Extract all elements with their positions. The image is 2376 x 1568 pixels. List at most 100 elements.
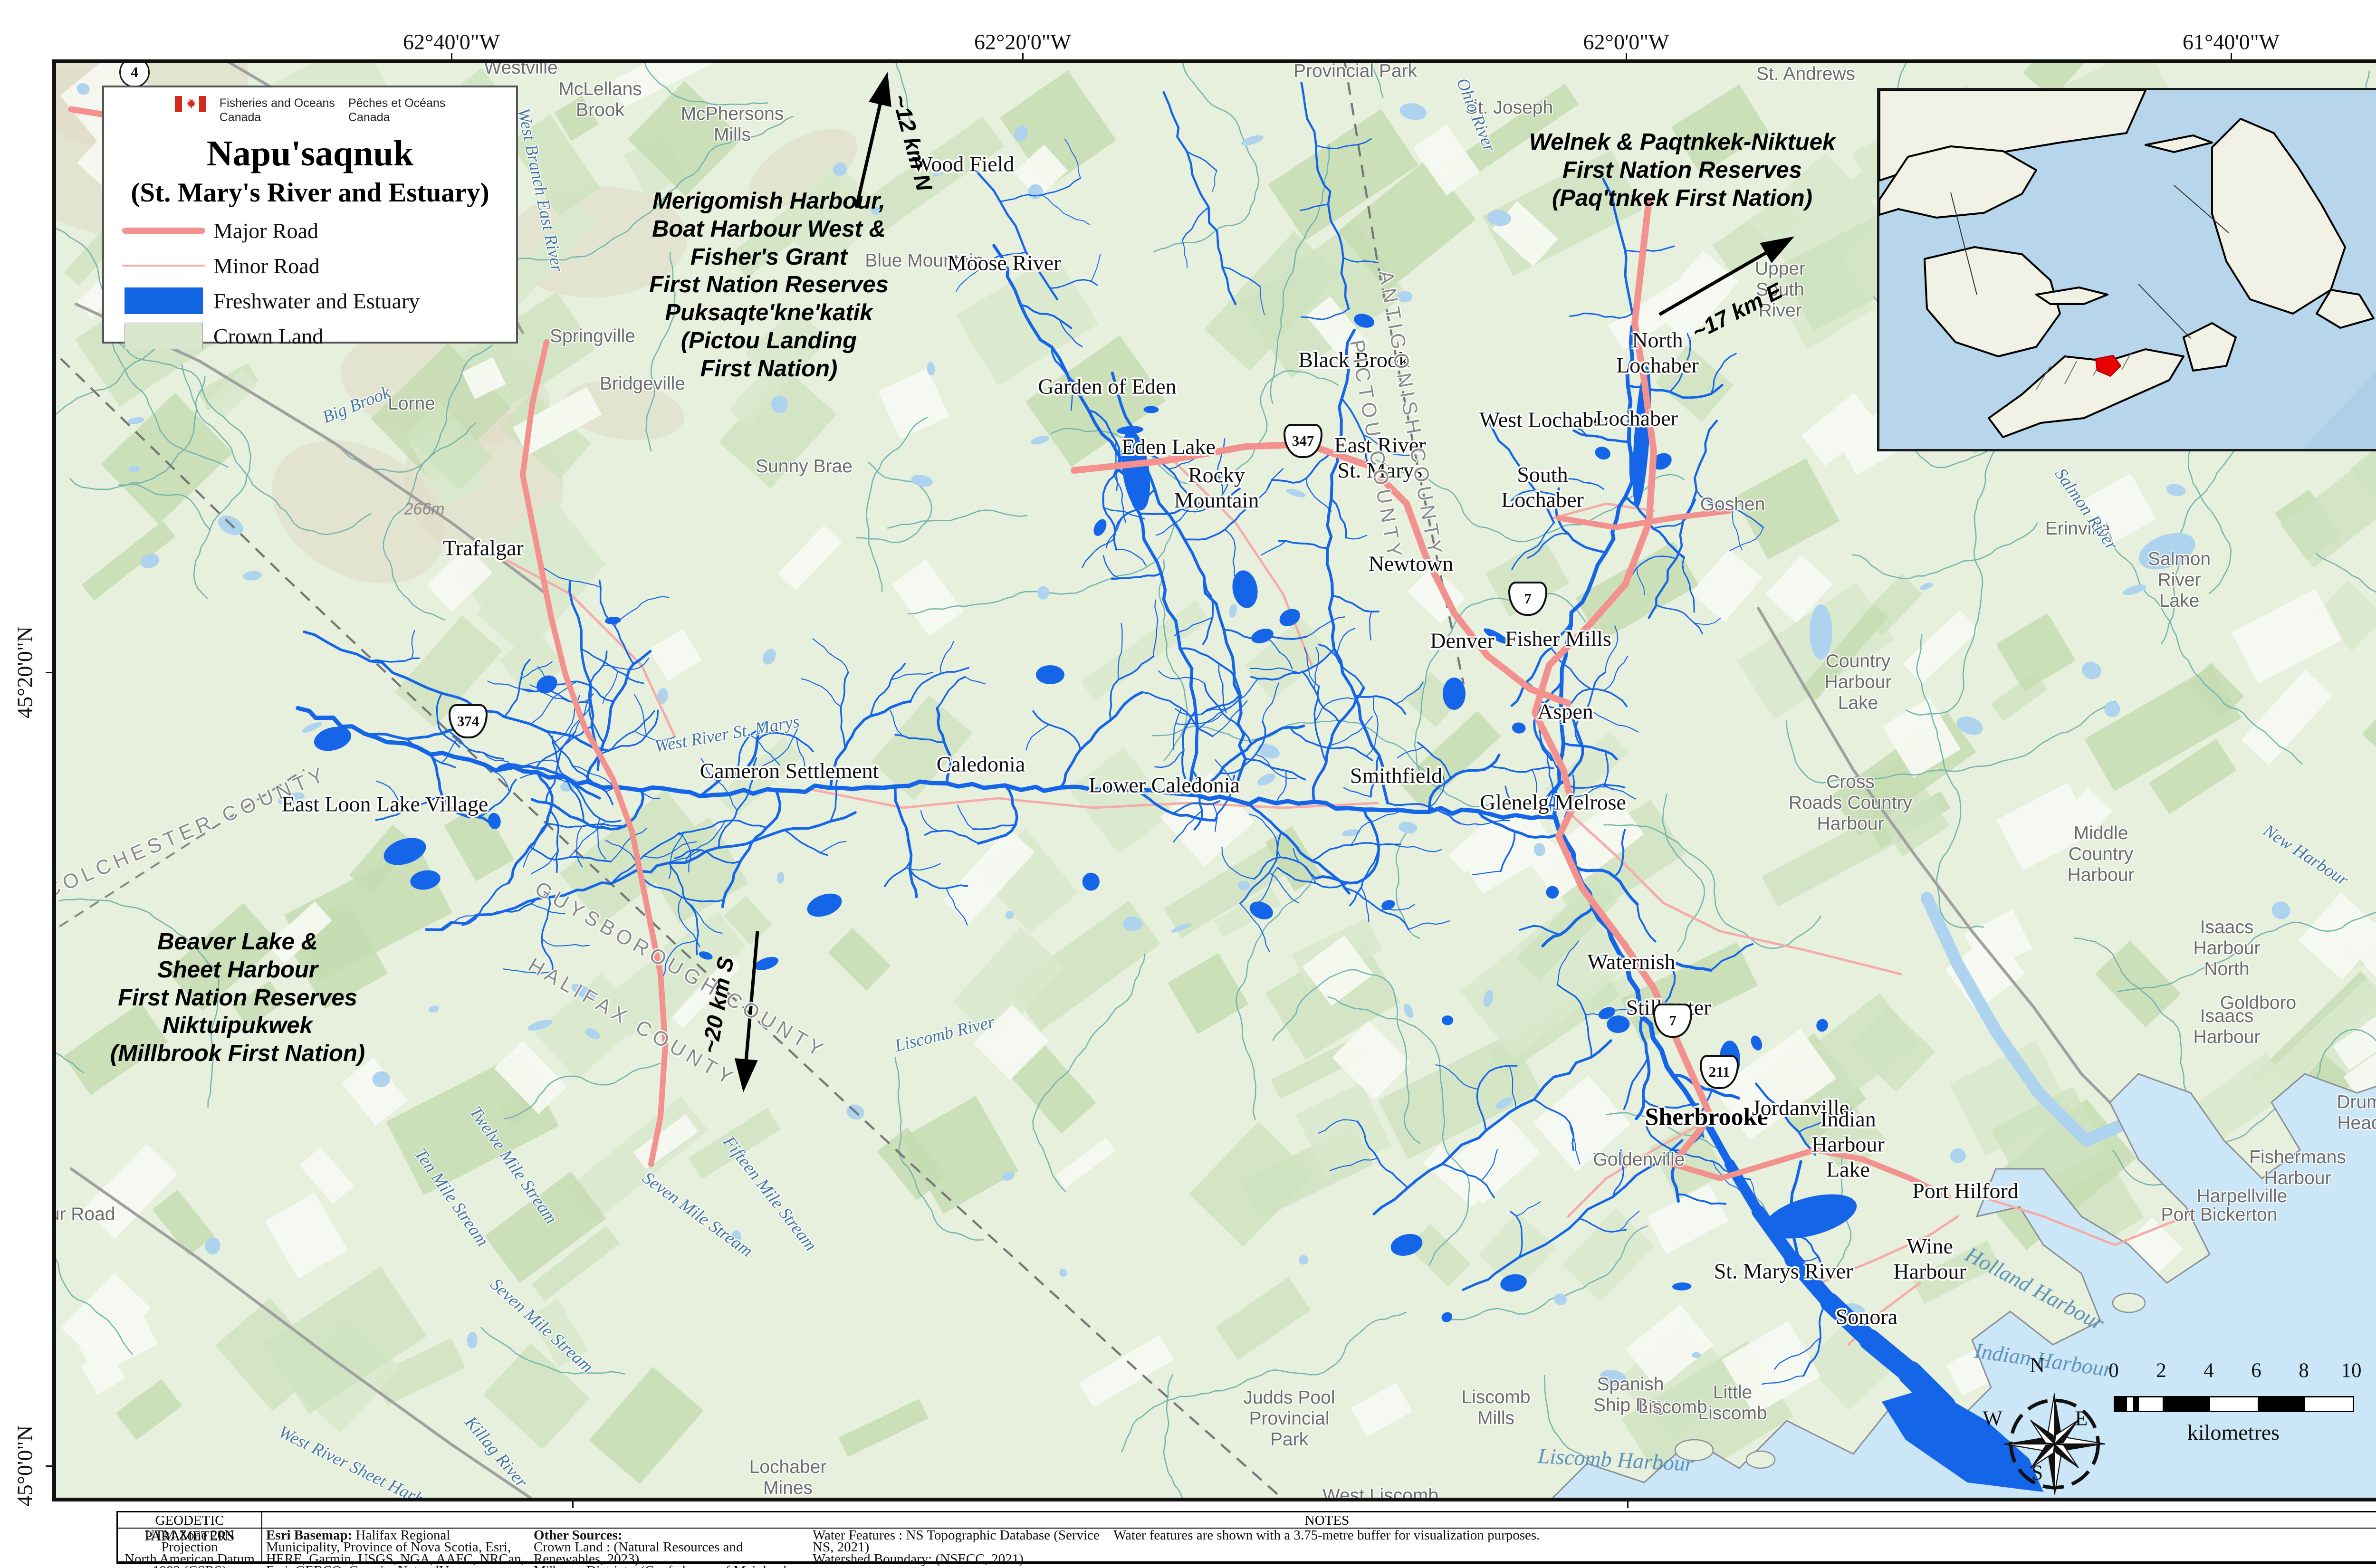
town-label: St. Joseph	[1466, 97, 1553, 118]
graticule-tick	[1627, 1501, 1629, 1508]
legend-item: Minor Road	[114, 248, 507, 283]
graticule-tick	[451, 53, 452, 59]
highway-shield: 211	[1700, 1055, 1739, 1089]
river-label: Big Brook	[320, 382, 393, 428]
community-label: Caledonia	[937, 752, 1025, 777]
town-label: Provincial Park	[1293, 61, 1417, 82]
distance-arrow-label: ~12 km N	[887, 92, 938, 194]
river-label: Seven Mile Stream	[486, 1274, 597, 1377]
graticule-tick	[1626, 53, 1627, 59]
town-label: Springville	[550, 326, 635, 347]
county-label: HALIFAX COUNTY	[524, 954, 740, 1092]
map-page: 62°40'0"W 62°20'0"W 62°0'0"W 61°40'0"W 45°20…	[0, 0, 2376, 1568]
community-label: Black Brook	[1298, 347, 1409, 373]
esri-basemap-credit: Esri Basemap: Halifax Regional Municipal…	[266, 1530, 527, 1568]
legend-item: Freshwater and Estuary	[114, 283, 507, 318]
geodetic-line: North American Datum 1983 (CSRS)	[118, 1553, 261, 1568]
river-label: Salmon River	[2050, 465, 2122, 555]
community-label: Moose River	[948, 250, 1061, 276]
reserve-annotation: Merigomish Harbour, Boat Harbour West & …	[649, 187, 889, 383]
town-label: Salmon River Lake	[2148, 549, 2211, 612]
inset-map	[1877, 88, 2376, 451]
town-label: Cross Roads Country Harbour	[1789, 772, 1912, 834]
community-bold-label: Sherbrooke	[1645, 1103, 1768, 1131]
highway-shield: 4	[119, 59, 150, 87]
map-frame: WestvilleMcLellans BrookMcPhersons Mills…	[52, 59, 2376, 1501]
water-features-source: Water Features : NS Topographic Database…	[813, 1530, 1110, 1553]
scale-bar: 0246810 kilometres	[2100, 1359, 2366, 1454]
graticule-label: 62°40'0"W	[403, 29, 500, 55]
town-label: Liscomb Mills	[1461, 1387, 1530, 1429]
community-label: Newtown	[1369, 551, 1454, 576]
community-label: Port Hilford	[1912, 1178, 2019, 1204]
ocean-lbl-label: Holland Harbour	[1961, 1242, 2108, 1336]
community-label: Trafalgar	[443, 535, 523, 561]
ocean-lbl-label: Liscomb Harbour	[1537, 1443, 1695, 1476]
county-label: COLCHESTER COUNTY	[52, 762, 331, 902]
scalebar-segment	[2115, 1397, 2127, 1411]
county-label: GUYSBOROUGH COUNTY	[531, 877, 830, 1063]
community-label: Wood Field	[912, 152, 1015, 177]
community-label: Jordanville	[1752, 1095, 1849, 1120]
community-label: East Loon Lake Village	[282, 792, 489, 817]
compass-n: N	[2030, 1353, 2045, 1377]
county-label: PICTOU COUNTY	[1345, 338, 1407, 563]
graticule-label: 62°0'0"W	[1583, 29, 1669, 55]
graticule-label: 45°20'0"N	[12, 626, 38, 718]
town-label: Goshen	[1700, 494, 1765, 515]
highway-shield: 7	[1653, 1004, 1692, 1038]
buffer-note: Water features are shown with a 3.75-met…	[1113, 1530, 2349, 1541]
crown-land-source: Crown Land : (Natural Resources and Rene…	[534, 1541, 809, 1565]
town-label: Westville	[484, 59, 557, 78]
scalebar-segment	[2305, 1397, 2353, 1411]
legend-label: Minor Road	[213, 253, 320, 278]
town-label: Erinville	[2045, 518, 2110, 539]
town-label: Country Harbour Lake	[1825, 651, 1892, 714]
community-label: North Lochaber	[1616, 327, 1699, 378]
distance-arrow-label: ~20 km S	[696, 955, 739, 1055]
community-label: Smithfield	[1350, 763, 1442, 788]
scalebar-number: 8	[2299, 1359, 2309, 1382]
scalebar-segment	[2258, 1397, 2305, 1411]
water-sources: Water Features : NS Topographic Database…	[813, 1530, 1110, 1565]
community-label: Eden Lake	[1121, 434, 1216, 459]
scalebar-number: 10	[2341, 1359, 2362, 1382]
town-label: St. Andrews	[1756, 64, 1855, 85]
scalebar-segment	[2127, 1397, 2133, 1411]
footer-header-row: GEODETIC PARAMETERS NOTES	[118, 1512, 2376, 1529]
river-label: West Branch East River	[513, 106, 567, 274]
graticule-label: 61°40'0"W	[2183, 29, 2280, 55]
legend-panel: Fisheries and Oceans Canada Pêches et Oc…	[102, 86, 518, 344]
graticule-tick	[46, 672, 52, 673]
legend-item: Major Road	[114, 213, 507, 248]
map-canvas: WestvilleMcLellans BrookMcPhersons Mills…	[52, 59, 2376, 1501]
river-label: New Harbour	[2260, 820, 2352, 890]
town-label: Liscomb	[1638, 1397, 1707, 1418]
scalebar-segment	[2210, 1397, 2258, 1411]
notes-header: NOTES	[261, 1513, 2376, 1529]
community-label: West Lochaber	[1479, 407, 1610, 432]
town-label: Harpellville	[2197, 1186, 2288, 1207]
scalebar-unit: kilometres	[2187, 1420, 2280, 1445]
town-label: Upper South River	[1755, 258, 1805, 321]
legend-swatch-fresh	[125, 287, 203, 314]
reserve-annotation: Beaver Lake & Sheet Harbour First Nation…	[110, 928, 365, 1068]
community-label: Wine Harbour	[1893, 1233, 1966, 1284]
highway-shield: 347	[1284, 424, 1322, 458]
community-label: Garden of Eden	[1038, 374, 1176, 399]
highway-shield: 7	[1508, 582, 1547, 616]
river-label: Twelve Mile Stream	[465, 1102, 562, 1228]
mikmaq-districts-source: Mi'kmaq Districts: (Confederacy of Mainl…	[534, 1565, 809, 1568]
distance-arrow-label: ~17 km E	[1687, 277, 1786, 345]
graticule-label: 62°20'0"W	[974, 29, 1071, 55]
town-label: Harbour Road	[52, 1204, 115, 1225]
compass-w: W	[1983, 1406, 2002, 1431]
town-label: Goldenville	[1593, 1149, 1685, 1170]
inset-geography	[1879, 90, 2376, 451]
town-label: Goldboro	[2220, 993, 2296, 1013]
reserve-annotation: Welnek & Paqtnkek-Niktuek First Nation R…	[1529, 128, 1835, 212]
map-title: Napu'saqnuk	[114, 133, 507, 174]
community-label: Lower Caledonia	[1089, 773, 1240, 798]
town-label: Judds Pool Provincial Park	[1244, 1387, 1335, 1450]
town-label: Isaacs Harbour	[2194, 1006, 2261, 1048]
